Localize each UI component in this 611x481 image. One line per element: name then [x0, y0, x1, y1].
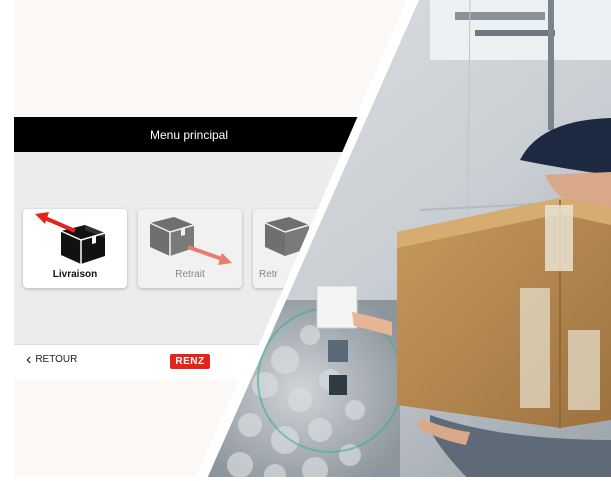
promo-image: Menu principal Livraison Retrait Retr ‹ … [0, 0, 611, 481]
frame-border [0, 0, 14, 481]
tile-livraison[interactable]: Livraison [23, 209, 127, 288]
tile-label: Livraison [52, 269, 98, 280]
page-title: Menu principal [14, 117, 394, 152]
box-with-arrow-down-icon [149, 217, 232, 265]
frame-border [0, 477, 611, 481]
chevron-left-icon: ‹ [26, 350, 32, 368]
renz-logo: RENZ [170, 354, 210, 369]
tile-retrait[interactable]: Retrait [138, 209, 242, 288]
back-label: RETOUR [35, 354, 78, 365]
back-button[interactable]: ‹ RETOUR [26, 350, 78, 368]
box-with-arrow-out-icon [35, 212, 106, 264]
tile-label: Retrait [175, 269, 205, 280]
